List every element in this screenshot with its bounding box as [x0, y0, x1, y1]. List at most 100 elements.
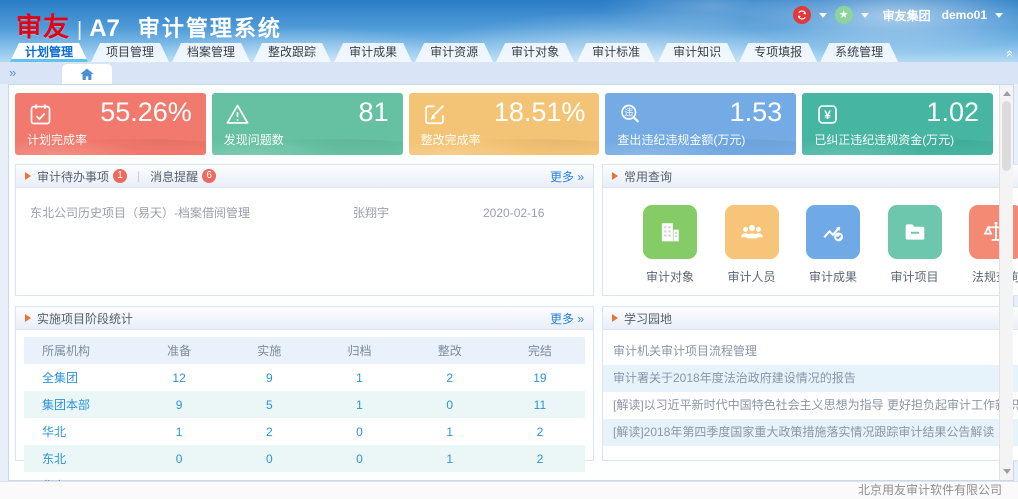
chevron-down-icon[interactable]: [819, 13, 827, 18]
refresh-icon[interactable]: [793, 6, 811, 24]
quick-link-audit-staff[interactable]: 审计人员: [725, 205, 779, 285]
todo-title[interactable]: 审计待办事项: [37, 168, 109, 185]
quick-link-label: 审计成果: [809, 268, 857, 285]
quick-link-audit-objects[interactable]: 审计对象: [643, 205, 697, 285]
svg-text:违: 违: [625, 107, 634, 117]
tab-audit-knowledge[interactable]: 审计知识: [658, 43, 736, 62]
stage-count[interactable]: 0: [134, 452, 224, 466]
stage-count[interactable]: 19: [495, 371, 585, 385]
tab-audit-results[interactable]: 审计成果: [334, 43, 412, 62]
stage-count[interactable]: 2: [495, 425, 585, 439]
column-header: 实施: [224, 342, 314, 359]
scroll-up-icon[interactable]: [1003, 91, 1011, 96]
expand-menu-icon[interactable]: »: [9, 65, 16, 80]
stat-card-found-issues[interactable]: 81 发现问题数: [212, 93, 403, 155]
vertical-scrollbar[interactable]: [999, 85, 1013, 480]
stage-stats-more-link[interactable]: 更多 »: [550, 310, 584, 327]
app-logo: 审友 | A7 审计管理系统: [16, 7, 282, 44]
todo-list-item[interactable]: 东北公司历史项目（易天）-档案借阅管理 张翔宇 2020-02-16: [16, 204, 593, 221]
stat-card-plan-completion[interactable]: 55.26% 计划完成率: [15, 93, 206, 155]
stat-card-violation-amount[interactable]: 违 1.53 查出违纪违规金额(万元): [605, 93, 796, 155]
tab-rectification-tracking[interactable]: 整改跟踪: [253, 43, 331, 62]
org-link[interactable]: 集团本部: [24, 396, 134, 413]
stage-stats-table: 所属机构 准备 实施 归档 整改 完结 全集团 12 9 1 2 19 集团本部: [24, 337, 585, 499]
building-icon: [643, 205, 697, 259]
page-title: 审计管理系统: [138, 11, 282, 43]
stage-count[interactable]: 1: [405, 425, 495, 439]
quick-query-panel: 常用查询: [602, 164, 1018, 296]
list-item[interactable]: 审计署关于2018年度法治政府建设情况的报告: [603, 365, 1018, 392]
edit-icon: [421, 101, 448, 128]
org-link[interactable]: 华北: [24, 423, 134, 440]
main-nav-tabs: 计划管理 项目管理 档案管理 整改跟踪 审计成果 审计资源 审计对象 审计标准 …: [10, 43, 898, 62]
scrollbar-thumb[interactable]: [1002, 101, 1011, 171]
quick-link-audit-projects[interactable]: 审计项目: [888, 205, 942, 285]
logo-divider: |: [77, 19, 82, 42]
stage-stats-title: 实施项目阶段统计: [37, 310, 133, 327]
stat-label: 查出违纪违规金额(万元): [617, 131, 745, 148]
stat-card-corrected-funds[interactable]: ¥ 1.02 已纠正违纪违规资金(万元): [802, 93, 993, 155]
org-link[interactable]: 东北: [24, 450, 134, 467]
org-link[interactable]: 全集团: [24, 369, 134, 386]
list-item[interactable]: 审计机关审计项目流程管理: [603, 338, 1018, 365]
star-icon[interactable]: ★: [835, 6, 853, 24]
learning-title: 学习园地: [624, 310, 672, 327]
stage-count[interactable]: 0: [405, 398, 495, 412]
stage-count[interactable]: 9: [224, 371, 314, 385]
tab-project-management[interactable]: 项目管理: [91, 43, 169, 62]
quick-query-header: 常用查询: [603, 165, 1018, 188]
column-header: 所属机构: [24, 342, 134, 359]
stage-count[interactable]: 2: [495, 452, 585, 466]
list-item[interactable]: [解读]2018年第四季度国家重大政策措施落实情况跟踪审计结果公告解读: [603, 419, 1018, 446]
stage-count[interactable]: 0: [314, 452, 404, 466]
home-icon: [79, 67, 95, 81]
brand-logo: 审友: [16, 7, 70, 44]
home-tab[interactable]: [62, 64, 112, 84]
list-item[interactable]: [解读]以习近平新时代中国特色社会主义思想为指导 更好担负起审计工作新职责新..…: [603, 392, 1018, 419]
yen-icon: ¥: [814, 101, 841, 128]
stage-count[interactable]: 5: [224, 398, 314, 412]
tab-plan-management[interactable]: 计划管理: [10, 43, 88, 62]
stage-count[interactable]: 2: [224, 425, 314, 439]
tab-audit-resources[interactable]: 审计资源: [415, 43, 493, 62]
tab-audit-standards[interactable]: 审计标准: [577, 43, 655, 62]
stage-count[interactable]: 2: [405, 371, 495, 385]
stage-count[interactable]: 9: [134, 398, 224, 412]
stage-count[interactable]: 0: [314, 425, 404, 439]
chevron-down-icon[interactable]: [995, 13, 1003, 18]
users-icon: [725, 205, 779, 259]
table-row: 华北 1 2 0 1 2: [24, 418, 585, 445]
quick-link-audit-results[interactable]: 审计成果: [806, 205, 860, 285]
stage-count[interactable]: 1: [405, 452, 495, 466]
tab-audit-objects[interactable]: 审计对象: [496, 43, 574, 62]
header-divider: |: [137, 169, 140, 183]
table-row: 全集团 12 9 1 2 19: [24, 364, 585, 391]
todo-panel-header: 审计待办事项 1 | 消息提醒 6 更多 »: [16, 165, 593, 188]
stat-card-rectification-completion[interactable]: 18.51% 整改完成率: [409, 93, 600, 155]
scroll-down-icon[interactable]: [1003, 469, 1011, 474]
messages-title[interactable]: 消息提醒: [150, 168, 198, 185]
stat-label: 发现问题数: [224, 131, 284, 148]
tab-system-management[interactable]: 系统管理: [820, 43, 898, 62]
todo-item-name[interactable]: 东北公司历史项目（易天）-档案借阅管理: [30, 204, 353, 221]
stat-value: 1.02: [926, 97, 979, 128]
stat-value: 18.51%: [494, 97, 586, 128]
tab-special-reporting[interactable]: 专项填报: [739, 43, 817, 62]
quick-query-row: 审计对象 审计人员: [603, 188, 1018, 285]
warning-icon: [224, 101, 251, 128]
collapse-header-icon[interactable]: »: [1001, 50, 1016, 57]
chevron-down-icon[interactable]: [861, 13, 869, 18]
stage-count[interactable]: 11: [495, 398, 585, 412]
tab-archive-management[interactable]: 档案管理: [172, 43, 250, 62]
stat-value: 55.26%: [100, 97, 192, 128]
stage-count[interactable]: 1: [314, 398, 404, 412]
learning-panel: 学习园地 更多 » 审计机关审计项目流程管理 审计署关于2018年度法治政府建设…: [602, 306, 1018, 461]
stage-count[interactable]: 1: [314, 371, 404, 385]
section-bullet-icon: [25, 172, 31, 180]
stage-count[interactable]: 0: [224, 452, 314, 466]
todo-more-link[interactable]: 更多 »: [550, 168, 584, 185]
stage-count[interactable]: 12: [134, 371, 224, 385]
quick-query-title: 常用查询: [624, 168, 672, 185]
user-name-label[interactable]: demo01: [942, 8, 987, 22]
stage-count[interactable]: 1: [134, 425, 224, 439]
